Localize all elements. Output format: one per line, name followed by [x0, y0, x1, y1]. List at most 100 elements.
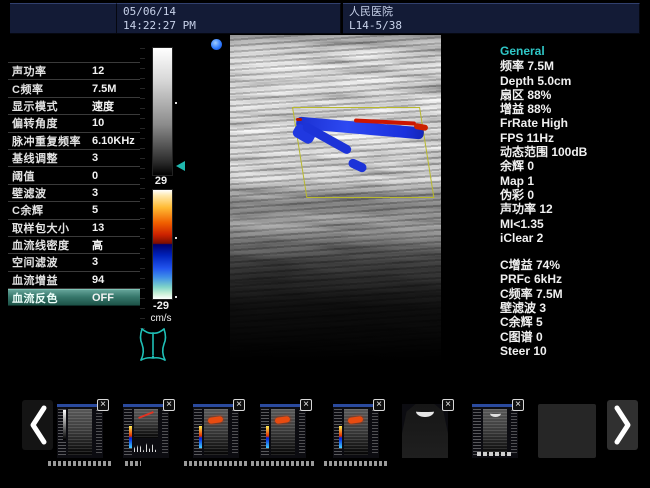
param-row-baseline[interactable]: 基线调整 3 [8, 150, 140, 167]
thumbnail-strip: × × [0, 396, 650, 468]
param-row-threshold[interactable]: 阈值 0 [8, 167, 140, 184]
thumb-right-text [372, 410, 378, 454]
info-line: 增益 88% [500, 102, 648, 116]
info-gap [500, 245, 648, 258]
param-label: 取样包大小 [12, 220, 70, 236]
param-row-steer-angle[interactable]: 偏转角度 10 [8, 115, 140, 132]
thumb-left-text [473, 409, 481, 456]
probe-model: L14-5/38 [349, 19, 633, 33]
param-row-packet-size[interactable]: 取样包大小 13 [8, 220, 140, 237]
ultrasound-image [230, 35, 488, 372]
thumb-close-button[interactable]: × [300, 399, 312, 411]
param-label: 声功率 [12, 63, 47, 79]
preset-title: General [500, 44, 648, 58]
param-row-prf[interactable]: 脉冲重复频率 6.10KHz [8, 133, 140, 150]
info-line: Steer 10 [500, 344, 648, 358]
thumb-close-button[interactable]: × [512, 399, 524, 411]
param-label: 血流反色 [12, 290, 58, 306]
velocity-max-label: 29 [144, 175, 178, 187]
thumb-preview [57, 404, 103, 458]
param-label: C频率 [12, 81, 43, 97]
info-line: FrRate High [500, 116, 648, 130]
thumb-image [483, 409, 507, 455]
param-row-color-persistence[interactable]: C余辉 5 [8, 202, 140, 219]
thumbnail[interactable]: × [538, 404, 596, 458]
param-row-spatial-filter[interactable]: 空间滤波 3 [8, 254, 140, 271]
thumb-caption [324, 461, 388, 466]
info-line: 扇区 88% [500, 88, 648, 102]
info-line: iClear 2 [500, 231, 648, 245]
info-line: 频率 7.5M [500, 59, 648, 73]
hospital-name: 人民医院 [349, 5, 633, 19]
header-blank-box [10, 3, 117, 34]
thumbnail[interactable]: × [333, 404, 379, 458]
param-value: 6.10KHz [92, 135, 135, 147]
baseline-marker-dot [175, 237, 177, 239]
thumb-arc [490, 410, 501, 417]
param-label: C余辉 [12, 202, 43, 218]
velocity-min-label: -29 [144, 300, 178, 312]
param-row-color-frequency[interactable]: C频率 7.5M [8, 80, 140, 97]
chevron-left-icon [27, 404, 49, 446]
info-line: PRFc 6kHz [500, 272, 648, 286]
thumbnail[interactable]: × [260, 404, 306, 458]
depth-ticks [140, 48, 145, 330]
thumb-close-button[interactable]: × [163, 399, 175, 411]
info-line: 壁滤波 3 [500, 301, 648, 315]
velocity-unit-label: cm/s [144, 313, 178, 324]
param-row-flow-invert[interactable]: 血流反色 OFF [8, 289, 140, 306]
scan-area [230, 35, 441, 372]
thumbnail[interactable]: × [402, 404, 448, 458]
info-line: Depth 5.0cm [500, 74, 648, 88]
info-line: C频率 7.5M [500, 287, 648, 301]
strip-prev-button[interactable] [22, 400, 53, 450]
param-label: 脉冲重复频率 [12, 133, 81, 149]
param-value: 速度 [92, 98, 114, 114]
info-line: 余辉 0 [500, 159, 648, 173]
param-value: OFF [92, 292, 114, 304]
param-label: 显示模式 [12, 98, 58, 114]
param-row-display-mode[interactable]: 显示模式 速度 [8, 98, 140, 115]
depth-shading [230, 35, 441, 372]
param-row-line-density[interactable]: 血流线密度 高 [8, 237, 140, 254]
thumbnail[interactable]: × [57, 404, 103, 458]
thumb-convex-arc [416, 406, 434, 417]
param-row-color-gain[interactable]: 血流增益 94 [8, 272, 140, 289]
param-value: 94 [92, 274, 104, 286]
param-label: 偏转角度 [12, 115, 58, 131]
thumbnail[interactable]: × [472, 404, 518, 458]
thumb-image [68, 409, 92, 455]
thumb-close-button[interactable]: × [442, 399, 454, 411]
param-label: 血流增益 [12, 272, 58, 288]
thumb-color-blob [208, 416, 224, 424]
thumb-close-button[interactable]: × [373, 399, 385, 411]
thumbnail[interactable]: × [123, 404, 169, 458]
strip-next-button[interactable] [607, 400, 638, 450]
thumb-color-blob [348, 416, 364, 424]
thumb-right-text [232, 410, 238, 454]
thumb-close-button[interactable]: × [97, 399, 109, 411]
thumb-color-bar [266, 426, 269, 448]
thumb-caption [48, 461, 112, 466]
info-line: C增益 74% [500, 258, 648, 272]
thumb-color-blob [275, 416, 291, 424]
thumb-preview [333, 404, 379, 458]
info-line: C图谱 0 [500, 330, 648, 344]
thumb-bottom-text [477, 452, 513, 456]
thumbnail[interactable]: × [193, 404, 239, 458]
info-line: Map 1 [500, 174, 648, 188]
param-value: 7.5M [92, 83, 116, 95]
thumb-red-streak [138, 411, 154, 419]
thumb-preview [260, 404, 306, 458]
info-line: C余辉 5 [500, 315, 648, 329]
param-row-wall-filter[interactable]: 壁滤波 3 [8, 185, 140, 202]
thumb-caption [251, 461, 315, 466]
param-value: 13 [92, 222, 104, 234]
color-doppler-bar [152, 189, 173, 300]
param-row-acoustic-power[interactable]: 声功率 12 [8, 63, 140, 80]
time-text: 14:22:27 PM [123, 19, 334, 33]
thumb-preview [402, 404, 448, 458]
thumb-preview [538, 404, 596, 458]
thumb-right-text [96, 410, 102, 454]
thumb-close-button[interactable]: × [233, 399, 245, 411]
